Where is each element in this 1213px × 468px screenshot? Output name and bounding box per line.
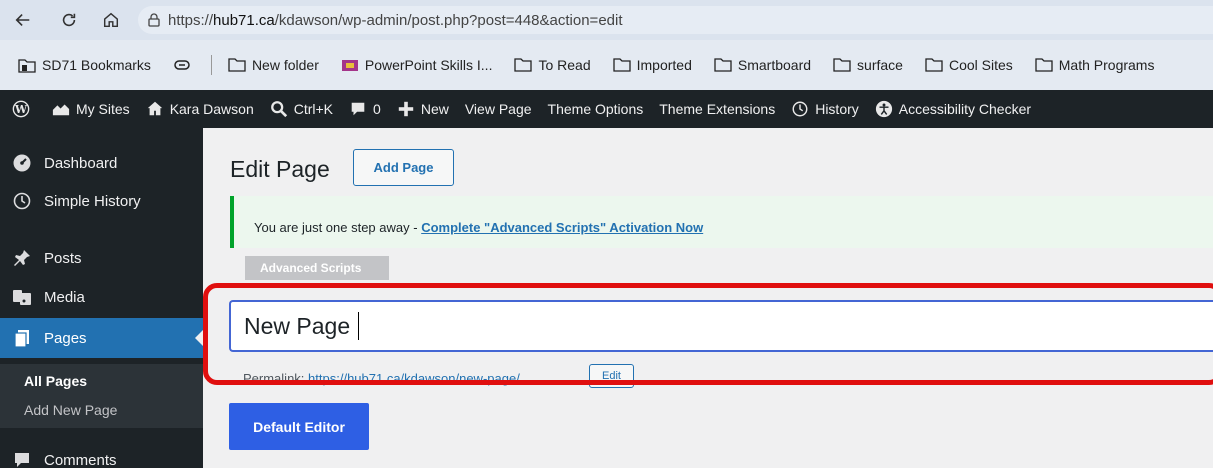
folder-icon [228, 58, 246, 72]
plus-icon [398, 101, 414, 117]
page-title-input[interactable] [229, 300, 1213, 352]
url-text: https://hub71.ca/kdawson/wp-admin/post.p… [168, 11, 623, 29]
my-sites-menu[interactable]: My Sites [44, 90, 138, 128]
folder-icon [612, 58, 631, 72]
history-icon [792, 101, 808, 117]
default-editor-button[interactable]: Default Editor [229, 403, 369, 450]
search-shortcut[interactable]: Ctrl+K [262, 90, 341, 128]
back-button[interactable] [8, 5, 38, 35]
accessibility-checker-menu[interactable]: Accessibility Checker [867, 90, 1039, 128]
dashboard-icon [13, 154, 31, 172]
bookmark-cool-sites[interactable]: Cool Sites [925, 57, 1013, 73]
svg-text:W: W [14, 103, 28, 116]
sites-icon [52, 104, 70, 116]
theme-options-menu[interactable]: Theme Options [540, 90, 652, 128]
accessibility-icon [875, 100, 892, 118]
edit-permalink-button[interactable]: Edit [589, 364, 634, 388]
active-indicator [195, 330, 203, 346]
advanced-scripts-tab[interactable]: Advanced Scripts [245, 256, 389, 280]
powerpoint-site-icon [341, 60, 358, 71]
view-page-link[interactable]: View Page [457, 90, 540, 128]
sidebar-item-dashboard[interactable]: Dashboard [0, 143, 203, 183]
bookmarks-folder-icon [18, 59, 36, 73]
address-bar[interactable]: https://hub71.ca/kdawson/wp-admin/post.p… [138, 6, 1213, 34]
browser-toolbar: https://hub71.ca/kdawson/wp-admin/post.p… [0, 0, 1213, 40]
bookmark-surface[interactable]: surface [833, 57, 903, 73]
wp-admin-bar: W My Sites Kara Dawson Ctrl+K 0 New View… [0, 90, 1213, 128]
submenu-add-new-page[interactable]: Add New Page [24, 402, 117, 418]
bookmark-reading-list[interactable] [173, 57, 197, 73]
folder-icon [925, 58, 943, 72]
comments-menu[interactable]: 0 [341, 90, 389, 128]
bookmark-to-read[interactable]: To Read [514, 57, 591, 73]
home-button[interactable] [96, 5, 126, 35]
folder-icon [833, 58, 851, 72]
page-title: Edit Page [230, 156, 330, 182]
folder-icon [1035, 58, 1053, 72]
wp-logo-button[interactable]: W [0, 90, 44, 128]
history-icon [13, 192, 31, 210]
folder-icon [514, 58, 533, 72]
bookmark-sd71-bookmarks[interactable]: SD71 Bookmarks [18, 57, 151, 73]
add-page-button[interactable]: Add Page [353, 149, 454, 186]
comment-bubble-icon [351, 102, 365, 116]
site-info-icon [148, 13, 160, 27]
wordpress-logo-icon: W [12, 100, 30, 118]
sidebar-item-posts[interactable]: Posts [0, 238, 203, 278]
reading-list-icon [174, 60, 190, 70]
theme-extensions-menu[interactable]: Theme Extensions [651, 90, 783, 128]
folder-icon [714, 58, 732, 72]
pin-icon [14, 250, 30, 266]
pages-icon [14, 330, 29, 348]
home-icon [147, 101, 162, 116]
bookmarks-divider [210, 55, 212, 75]
bookmark-math-programs[interactable]: Math Programs [1035, 57, 1154, 73]
bookmarks-bar: SD71 Bookmarks New folder PowerPoint Ski… [0, 40, 1213, 90]
sidebar-item-comments[interactable]: Comments [0, 440, 203, 468]
notice-text: You are just one step away - Complete "A… [254, 220, 704, 235]
sidebar-item-pages[interactable]: Pages [0, 318, 203, 358]
sidebar-item-simple-history[interactable]: Simple History [0, 181, 203, 221]
bookmark-new-folder[interactable]: New folder [228, 57, 319, 73]
site-name-menu[interactable]: Kara Dawson [138, 90, 262, 128]
activation-link[interactable]: Complete "Advanced Scripts" Activation N… [421, 220, 703, 235]
text-caret [358, 312, 359, 340]
sidebar-item-media[interactable]: Media [0, 277, 203, 317]
bookmark-powerpoint-skills[interactable]: PowerPoint Skills I... [341, 57, 492, 73]
bookmark-smartboard[interactable]: Smartboard [714, 57, 811, 73]
pages-submenu: All Pages Add New Page [0, 364, 203, 428]
permalink: Permalink: https://hub71.ca/kdawson/new-… [243, 371, 520, 386]
permalink-url[interactable]: https://hub71.ca/kdawson/new-page/ [308, 371, 520, 386]
home-icon [103, 12, 119, 28]
main-content: Edit Page Add Page You are just one step… [203, 128, 1213, 468]
comments-icon [15, 453, 29, 467]
activation-notice: You are just one step away - Complete "A… [230, 196, 1213, 248]
bookmark-imported[interactable]: Imported [612, 57, 692, 73]
history-menu[interactable]: History [783, 90, 867, 128]
submenu-all-pages[interactable]: All Pages [24, 373, 87, 389]
reload-icon [62, 13, 76, 27]
reload-button[interactable] [54, 5, 84, 35]
media-icon [13, 290, 31, 305]
admin-sidebar: Dashboard Simple History Posts Media Pag… [0, 128, 203, 468]
search-icon [270, 101, 287, 118]
arrow-left-icon [15, 14, 30, 26]
new-content-menu[interactable]: New [389, 90, 457, 128]
